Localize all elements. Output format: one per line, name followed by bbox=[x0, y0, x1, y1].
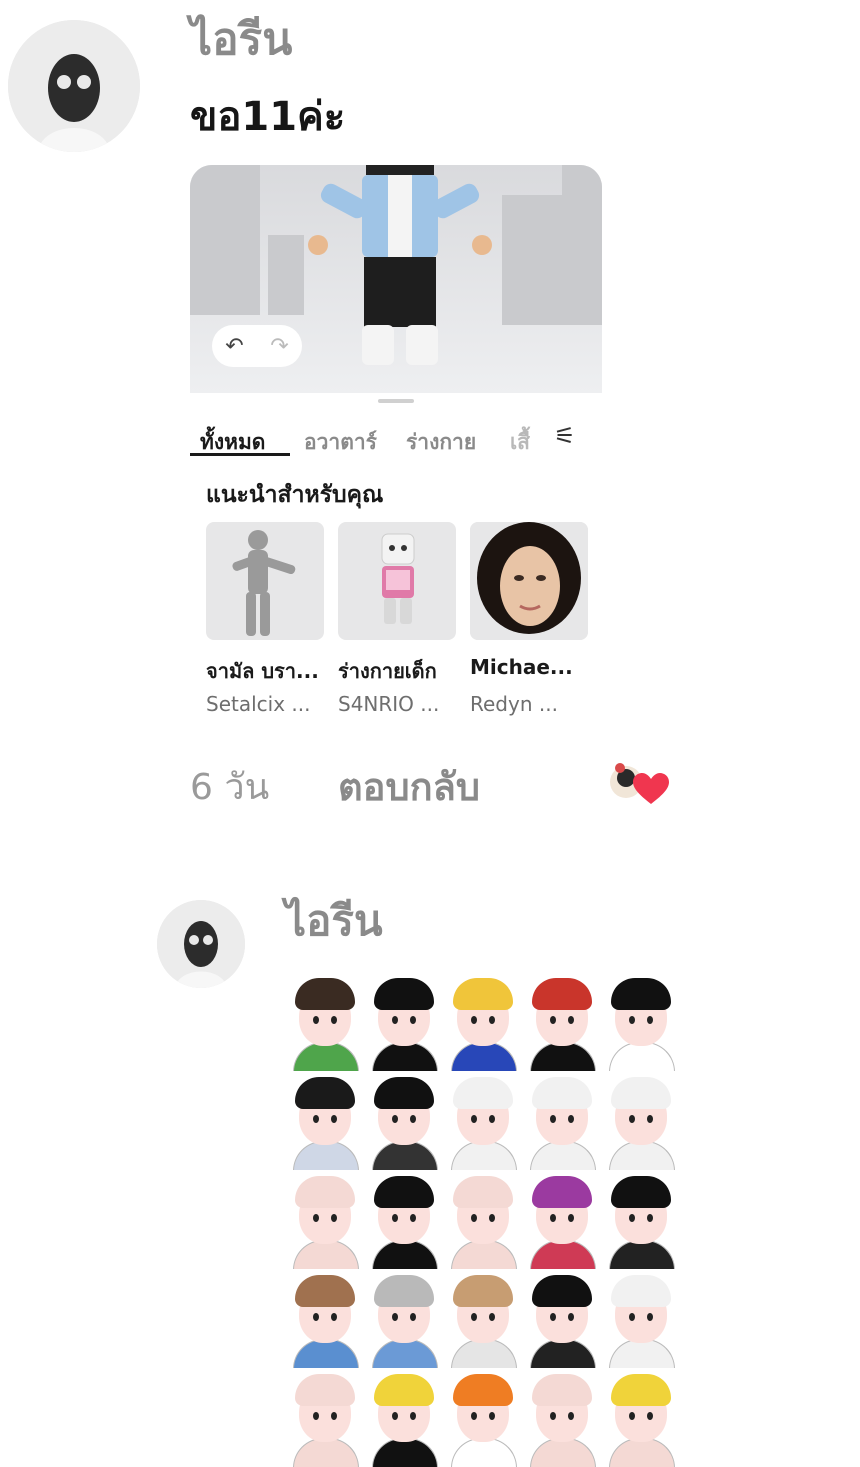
sticker-face bbox=[601, 972, 680, 1071]
avatar-image bbox=[157, 900, 245, 988]
tab-clothing[interactable]: เสื้ bbox=[510, 426, 538, 459]
recommended-heading: แนะนำสำหรับคุณ bbox=[206, 482, 384, 508]
sticker-face bbox=[364, 1368, 443, 1467]
reply-button[interactable]: ตอบกลับ bbox=[338, 756, 480, 817]
avatar-preview: ↶ ↷ bbox=[190, 165, 602, 393]
attached-screenshot[interactable]: ↶ ↷ ทั้งหมด อวาตาร์ ร่างกาย เสื้ ⚟ แนะนำ… bbox=[190, 165, 602, 725]
comment-username[interactable]: ไอรีน bbox=[285, 888, 383, 954]
undo-icon[interactable]: ↶ bbox=[225, 334, 243, 359]
sticker-face bbox=[601, 1071, 680, 1170]
active-tab-indicator bbox=[190, 453, 290, 456]
avatar-figure bbox=[308, 165, 492, 365]
sticker-face bbox=[522, 1368, 601, 1467]
sticker-face bbox=[601, 1170, 680, 1269]
tab-body[interactable]: ร่างกาย bbox=[406, 426, 476, 459]
comment-username[interactable]: ไอรีน bbox=[190, 4, 292, 74]
sticker-face bbox=[364, 972, 443, 1071]
comment-text: ขอ11ค่ะ bbox=[190, 94, 346, 140]
sticker-face bbox=[522, 1071, 601, 1170]
item-thumbnail[interactable] bbox=[470, 522, 588, 640]
comment-timestamp: 6 วัน bbox=[190, 767, 270, 808]
item-name[interactable]: จามัล บรา... bbox=[206, 655, 319, 687]
sticker-face bbox=[601, 1368, 680, 1467]
sticker-face bbox=[443, 972, 522, 1071]
dance-pose-figure bbox=[232, 530, 296, 636]
sticker-face bbox=[364, 1071, 443, 1170]
sticker-face bbox=[285, 1170, 364, 1269]
tab-avatar[interactable]: อวาตาร์ bbox=[304, 426, 377, 459]
sticker-face bbox=[443, 1269, 522, 1368]
redo-icon[interactable]: ↷ bbox=[270, 334, 288, 359]
sticker-face bbox=[443, 1368, 522, 1467]
avatar[interactable] bbox=[157, 900, 245, 988]
item-creator: Redyn ... bbox=[470, 692, 558, 716]
sticker-face bbox=[364, 1269, 443, 1368]
sticker-face bbox=[522, 1170, 601, 1269]
sticker-face bbox=[285, 1269, 364, 1368]
sticker-face bbox=[443, 1071, 522, 1170]
filter-icon[interactable]: ⚟ bbox=[554, 422, 576, 450]
heart-icon bbox=[633, 773, 669, 804]
avatar-image bbox=[8, 20, 140, 152]
sticker-face bbox=[285, 972, 364, 1071]
item-creator: Setalcix ... bbox=[206, 692, 311, 716]
sticker-face bbox=[285, 1368, 364, 1467]
kid-body-figure bbox=[381, 533, 415, 624]
item-name[interactable]: ร่างกายเด็ก bbox=[338, 655, 437, 687]
category-tabs: ทั้งหมด อวาตาร์ ร่างกาย เสื้ ⚟ bbox=[190, 420, 602, 460]
item-creator: S4NRIO ... bbox=[338, 692, 440, 716]
avatar[interactable] bbox=[8, 20, 140, 152]
sticker-face bbox=[601, 1269, 680, 1368]
sticker-sheet-image[interactable] bbox=[285, 972, 680, 1467]
item-thumbnail[interactable] bbox=[206, 522, 324, 640]
sticker-face bbox=[364, 1170, 443, 1269]
sticker-face bbox=[285, 1071, 364, 1170]
sticker-face bbox=[522, 972, 601, 1071]
item-thumbnail[interactable] bbox=[338, 522, 456, 640]
creator-liked-badge[interactable] bbox=[606, 756, 670, 810]
sticker-face bbox=[522, 1269, 601, 1368]
undo-redo-controls: ↶ ↷ bbox=[212, 325, 302, 367]
character-head bbox=[470, 522, 588, 640]
sheet-handle[interactable] bbox=[378, 399, 414, 403]
item-name[interactable]: Michae... bbox=[470, 655, 573, 679]
sticker-face bbox=[443, 1170, 522, 1269]
